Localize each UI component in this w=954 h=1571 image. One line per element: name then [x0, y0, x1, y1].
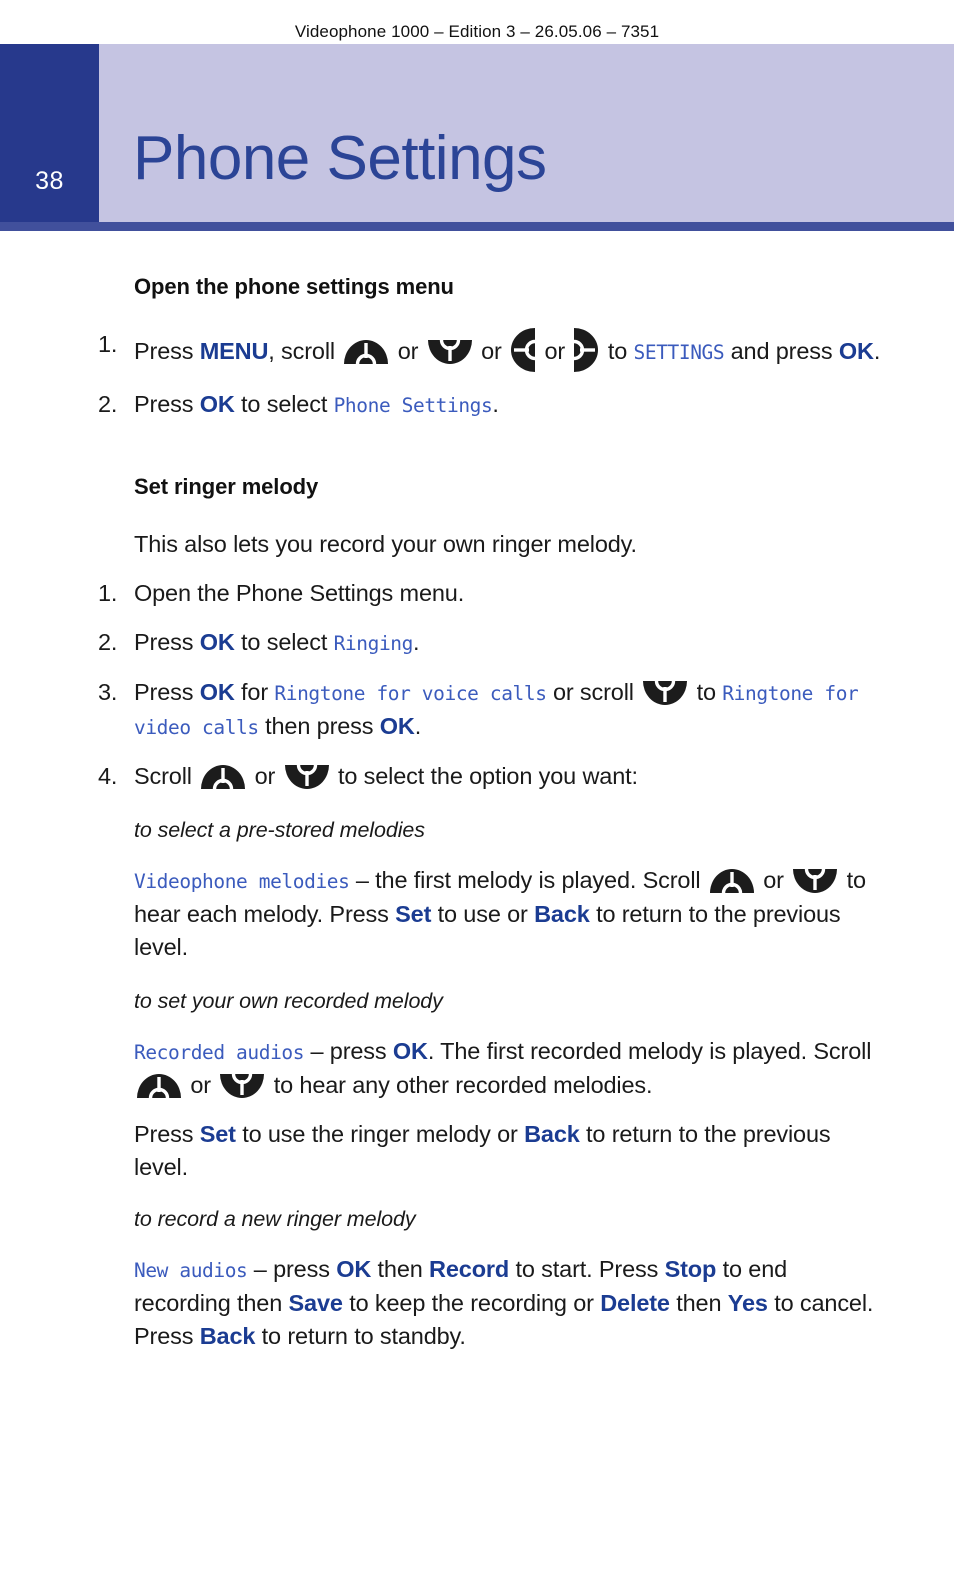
list-item: 4. Scroll or to select the option you wa… — [0, 760, 954, 793]
lcd-menu-text: Videophone melodies — [134, 870, 350, 893]
list-item: 2. Press OK to select Phone Settings. — [0, 388, 954, 422]
list-item-number: 2. — [98, 391, 118, 417]
scroll-left-key-icon — [511, 328, 536, 372]
list-item: 1. Open the Phone Settings menu. — [0, 577, 954, 610]
list-item-text: Press OK to select Phone Settings. — [134, 391, 499, 417]
lcd-menu-text: New audios — [134, 1259, 248, 1282]
list-item: 1. Press MENU, scroll or or or to SETTIN… — [0, 328, 954, 372]
lcd-menu-text: Phone Settings — [333, 394, 493, 417]
softkey-label: Delete — [600, 1290, 670, 1316]
softkey-label: Stop — [664, 1256, 717, 1282]
title-band-underline — [0, 222, 954, 231]
softkey-label: Yes — [727, 1290, 768, 1316]
list-item-text: Press MENU, scroll or or or to SETTINGS … — [134, 328, 880, 372]
lcd-menu-text: Ringtone for voice calls — [274, 682, 547, 705]
scroll-down-key-icon — [427, 340, 472, 364]
list-item-number: 1. — [98, 580, 118, 606]
softkey-label: Set — [199, 1121, 236, 1147]
softkey-label: Save — [288, 1290, 343, 1316]
list-item-text: Press OK for Ringtone for voice calls or… — [134, 679, 859, 739]
softkey-label: OK — [838, 338, 874, 364]
list-item: 2. Press OK to select Ringing. — [0, 626, 954, 660]
softkey-label: Back — [524, 1121, 580, 1147]
softkey-label: OK — [199, 629, 235, 655]
softkey-label: OK — [199, 679, 235, 705]
softkey-label: MENU — [199, 338, 269, 364]
lcd-menu-text: SETTINGS — [633, 341, 725, 364]
softkey-label: Record — [429, 1256, 510, 1282]
page-content: Open the phone settings menu 1. Press ME… — [0, 258, 954, 1353]
scroll-down-key-icon — [793, 869, 838, 893]
page-number-block: 38 — [0, 44, 99, 222]
lcd-menu-text: Ringing — [333, 632, 414, 655]
softkey-label: OK — [392, 1038, 428, 1064]
softkey-label: Back — [534, 901, 590, 927]
scroll-down-key-icon — [284, 765, 329, 789]
list-item-number: 2. — [98, 629, 118, 655]
lcd-menu-text: Recorded audios — [134, 1041, 305, 1064]
scroll-down-key-icon — [220, 1074, 265, 1098]
scroll-up-key-icon — [709, 869, 754, 893]
scroll-right-key-icon — [574, 328, 599, 372]
softkey-label: OK — [199, 391, 235, 417]
softkey-label: Back — [199, 1323, 256, 1349]
option-lead-new: to record a new ringer melody — [134, 1207, 416, 1231]
softkey-label: OK — [336, 1256, 372, 1282]
option-body-recorded: Recorded audios – press OK. The first re… — [134, 1038, 872, 1098]
section-intro-text: This also lets you record your own ringe… — [134, 531, 637, 557]
list-item-text: Scroll or to select the option you want: — [134, 763, 638, 789]
scroll-down-key-icon — [643, 681, 688, 705]
list-item-number: 3. — [98, 679, 118, 705]
option-body-prestored: Videophone melodies – the first melody i… — [134, 867, 866, 960]
page-title: Phone Settings — [133, 124, 547, 193]
scroll-up-key-icon — [137, 1074, 181, 1098]
option-lead-recorded: to set your own recorded melody — [134, 989, 443, 1013]
option-lead-prestored: to select a pre-stored melodies — [134, 818, 425, 842]
list-item-text: Press OK to select Ringing. — [134, 629, 420, 655]
scroll-up-key-icon — [201, 765, 246, 789]
running-header: Videophone 1000 – Edition 3 – 26.05.06 –… — [294, 22, 660, 41]
list-item-text: Open the Phone Settings menu. — [134, 580, 465, 606]
list-item: 3. Press OK for Ringtone for voice calls… — [0, 676, 954, 744]
section-heading-set-ringer-melody: Set ringer melody — [134, 474, 319, 499]
softkey-label: Set — [395, 901, 432, 927]
page-number: 38 — [35, 167, 64, 195]
list-item-number: 4. — [98, 763, 118, 789]
option-body-new: New audios – press OK then Record to sta… — [134, 1256, 874, 1349]
list-item-number: 1. — [98, 331, 118, 357]
scroll-up-key-icon — [344, 340, 389, 364]
softkey-label: OK — [379, 713, 415, 739]
option-body-recorded-extra: Press Set to use the ringer melody or Ba… — [134, 1121, 831, 1180]
section-heading-open-phone-settings: Open the phone settings menu — [134, 274, 454, 299]
